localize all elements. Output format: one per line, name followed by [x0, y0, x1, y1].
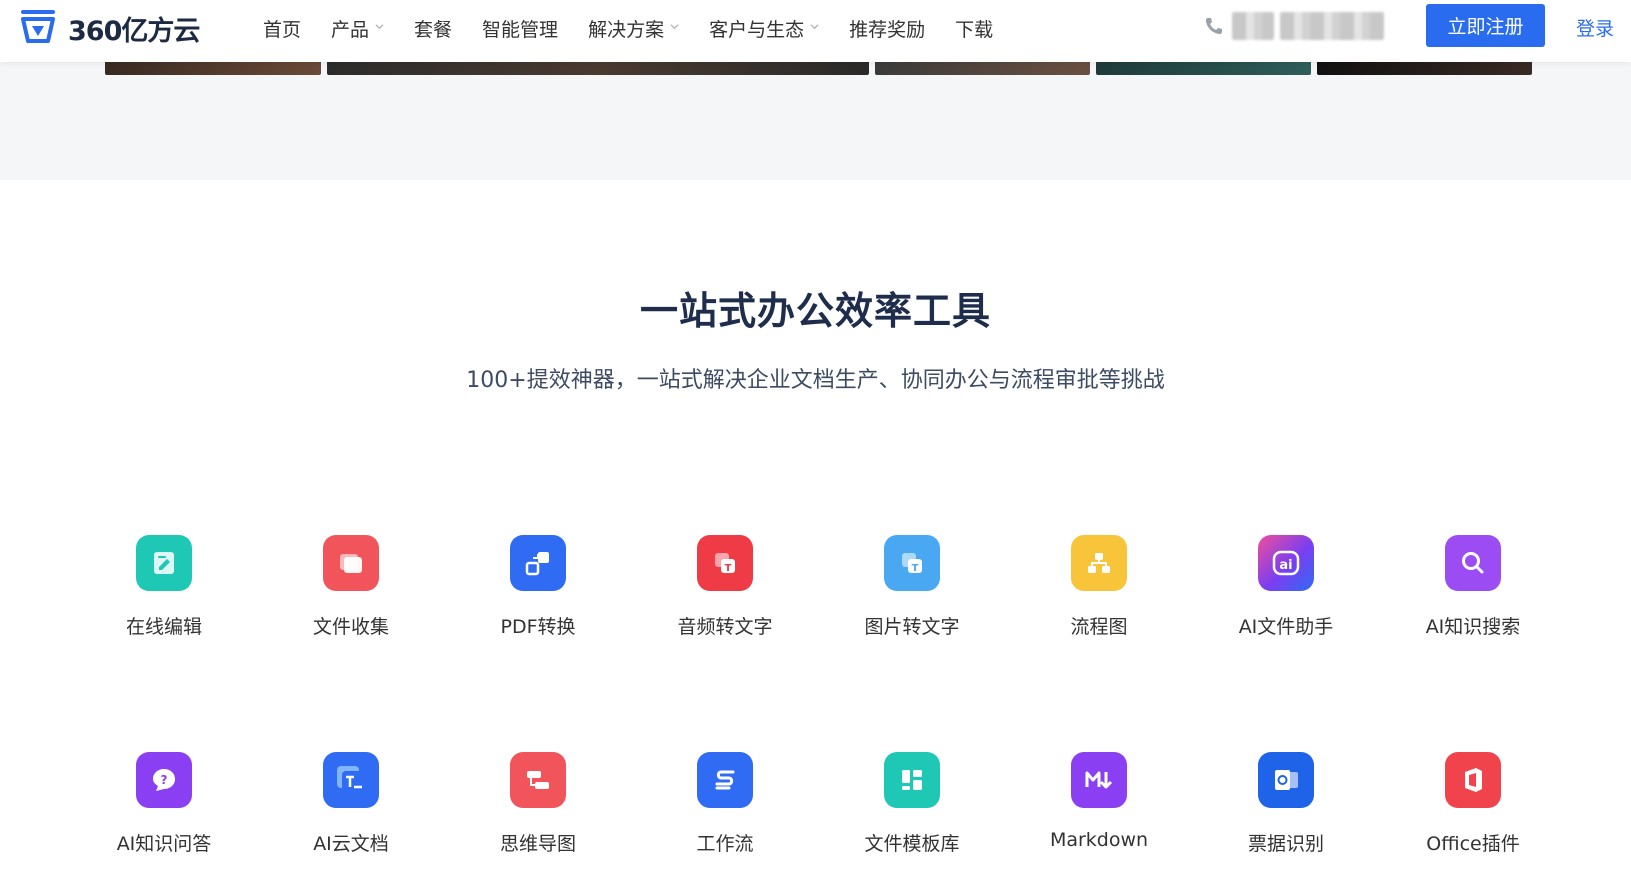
nav-customers-ecosystem[interactable]: 客户与生态	[709, 15, 819, 42]
svg-text:T: T	[725, 563, 732, 574]
nav-label: 客户与生态	[709, 18, 805, 41]
audio-to-text-icon: T	[697, 535, 753, 591]
login-link[interactable]: 登录	[1576, 14, 1614, 41]
phone-icon	[1206, 18, 1222, 34]
logo-mark-icon	[21, 10, 55, 43]
chevron-down-icon	[670, 24, 679, 30]
nav-solutions[interactable]: 解决方案	[588, 15, 679, 42]
folder-collect-icon	[323, 535, 379, 591]
tool-label: AI知识搜索	[1425, 616, 1521, 638]
tool-label: 图片转文字	[864, 616, 960, 638]
tool-label: 票据识别	[1247, 833, 1324, 855]
tool-ai-file-assistant[interactable]: ai AI文件助手	[1196, 535, 1376, 655]
tool-label: AI知识问答	[116, 833, 212, 855]
tool-ai-knowledge-search[interactable]: AI知识搜索	[1383, 535, 1563, 655]
nav-download[interactable]: 下载	[955, 15, 993, 42]
tool-label: AI文件助手	[1238, 616, 1334, 638]
tool-office-plugin[interactable]: Office插件	[1383, 752, 1563, 872]
tool-workflow[interactable]: 工作流	[635, 752, 815, 872]
edit-doc-icon	[136, 535, 192, 591]
banner-area	[0, 62, 1631, 180]
tool-markdown[interactable]: Markdown	[1009, 752, 1189, 872]
tool-label: 流程图	[1070, 616, 1128, 638]
ai-search-icon	[1445, 535, 1501, 591]
tool-label: AI云文档	[313, 833, 389, 855]
tool-label: Office插件	[1426, 833, 1520, 855]
markdown-icon	[1071, 752, 1127, 808]
svg-text:ai: ai	[1279, 558, 1292, 573]
workflow-icon	[697, 752, 753, 808]
tool-file-collect[interactable]: 文件收集	[261, 535, 441, 655]
chevron-down-icon	[810, 24, 819, 30]
tool-label: PDF转换	[500, 616, 576, 638]
image-to-text-icon: T	[884, 535, 940, 591]
tool-ai-cloud-doc[interactable]: AI云文档	[261, 752, 441, 872]
nav-referral[interactable]: 推荐奖励	[849, 15, 925, 42]
tool-label: 文件模板库	[864, 833, 960, 855]
top-header: 360亿方云 首页 产品 套餐 智能管理 解决方案 客户与生态 推荐奖励 下载 …	[0, 0, 1631, 62]
office-plugin-icon	[1445, 752, 1501, 808]
tool-label: 文件收集	[312, 616, 389, 638]
chevron-down-icon	[375, 24, 384, 30]
nav-label: 产品	[331, 18, 370, 41]
banner-image[interactable]	[1317, 62, 1532, 75]
nav-plans[interactable]: 套餐	[414, 15, 452, 42]
nav-label: 解决方案	[588, 18, 665, 41]
svg-text:?: ?	[161, 773, 168, 787]
banner-image[interactable]	[105, 62, 321, 75]
logo-text: 360亿方云	[68, 15, 200, 47]
section-title: 一站式办公效率工具	[639, 289, 991, 333]
tool-flowchart[interactable]: 流程图	[1009, 535, 1189, 655]
tool-ai-knowledge-qa[interactable]: ? AI知识问答	[74, 752, 254, 872]
ai-qa-icon: ?	[136, 752, 192, 808]
redacted-phone-number	[1280, 12, 1384, 40]
tool-mindmap[interactable]: 思维导图	[448, 752, 628, 872]
section-subtitle: 100+提效神器，一站式解决企业文档生产、协同办公与流程审批等挑战	[466, 368, 1165, 393]
tool-label: 音频转文字	[677, 616, 773, 638]
ai-assistant-icon: ai	[1258, 535, 1314, 591]
tool-invoice-recognition[interactable]: 票据识别	[1196, 752, 1376, 872]
tool-label: 思维导图	[499, 833, 576, 855]
nav-smart-management[interactable]: 智能管理	[482, 15, 558, 42]
tool-label: 在线编辑	[125, 616, 202, 638]
template-library-icon	[884, 752, 940, 808]
pdf-convert-icon	[510, 535, 566, 591]
flowchart-icon	[1071, 535, 1127, 591]
ai-cloud-doc-icon	[323, 752, 379, 808]
nav-products[interactable]: 产品	[331, 15, 384, 42]
register-button[interactable]: 立即注册	[1426, 4, 1545, 47]
nav-label: 套餐	[414, 18, 453, 41]
nav-home[interactable]: 首页	[263, 15, 301, 42]
main-nav: 首页 产品 套餐 智能管理 解决方案 客户与生态 推荐奖励 下载	[263, 0, 1023, 56]
tool-label: 工作流	[696, 833, 754, 855]
brand-logo[interactable]: 360亿方云	[20, 7, 200, 49]
tool-label: Markdown	[1049, 829, 1149, 851]
nav-label: 首页	[263, 18, 302, 41]
banner-image[interactable]	[875, 62, 1090, 75]
nav-label: 推荐奖励	[849, 18, 926, 41]
mindmap-icon	[510, 752, 566, 808]
svg-text:T: T	[912, 563, 919, 574]
nav-label: 智能管理	[482, 18, 559, 41]
tool-online-edit[interactable]: 在线编辑	[74, 535, 254, 655]
tool-image-to-text[interactable]: T 图片转文字	[822, 535, 1002, 655]
tool-audio-to-text[interactable]: T 音频转文字	[635, 535, 815, 655]
redacted-phone-number	[1232, 12, 1274, 40]
tool-pdf-convert[interactable]: PDF转换	[448, 535, 628, 655]
nav-label: 下载	[955, 18, 994, 41]
phone-contact[interactable]	[1204, 12, 1390, 40]
banner-image[interactable]	[1096, 62, 1311, 75]
tool-template-library[interactable]: 文件模板库	[822, 752, 1002, 872]
banner-image[interactable]	[327, 62, 869, 75]
invoice-recognition-icon	[1258, 752, 1314, 808]
